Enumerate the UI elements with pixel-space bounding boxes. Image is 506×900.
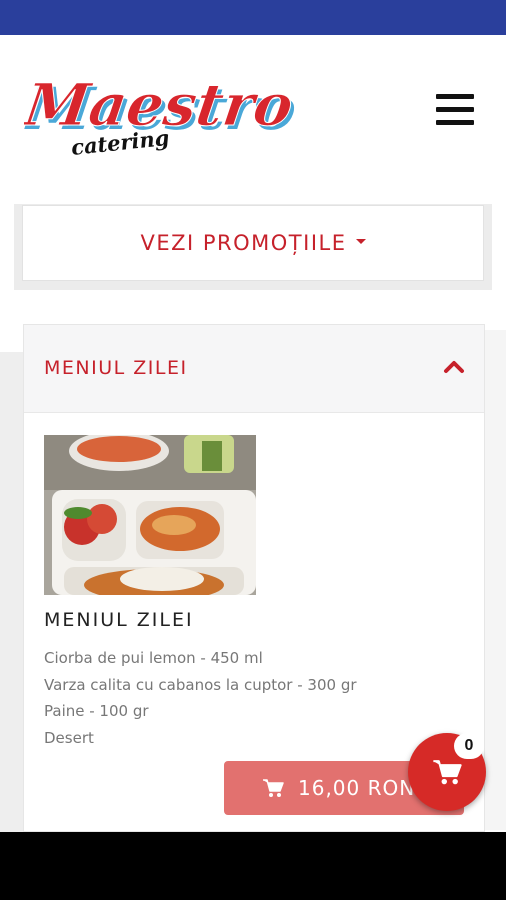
shopping-cart-icon <box>263 779 284 797</box>
system-navigation-bar <box>0 832 506 900</box>
hamburger-menu-icon[interactable] <box>436 94 476 128</box>
cart-count-badge: 0 <box>454 733 484 759</box>
item-description: Ciorba de pui lemon - 450 ml Varza calit… <box>44 645 357 751</box>
description-line: Desert <box>44 728 94 747</box>
page-background-right <box>484 330 506 830</box>
description-line: Ciorba de pui lemon - 450 ml <box>44 649 263 667</box>
item-title: MENIUL ZILEI <box>44 609 194 631</box>
section-title: MENIUL ZILEI <box>44 357 188 379</box>
promotions-label: VEZI PROMOȚIILE <box>140 231 347 255</box>
maestro-catering-logo[interactable]: Maestro Maestro catering <box>18 57 304 167</box>
promotions-dropdown-button[interactable]: VEZI PROMOȚIILE <box>22 205 484 281</box>
chevron-up-icon[interactable] <box>442 355 466 379</box>
page-background-left <box>0 352 24 832</box>
header: Maestro Maestro catering <box>0 35 506 185</box>
status-bar <box>0 0 506 35</box>
caret-down-icon <box>355 238 366 244</box>
shopping-cart-icon <box>433 760 462 785</box>
price-label: 16,00 RON <box>298 776 416 800</box>
description-line: Varza calita cu cabanos la cuptor - 300 … <box>44 675 357 694</box>
section-header[interactable]: MENIUL ZILEI <box>24 325 484 413</box>
description-line: Paine - 100 gr <box>44 702 149 720</box>
menu-food-photo[interactable] <box>44 435 256 595</box>
